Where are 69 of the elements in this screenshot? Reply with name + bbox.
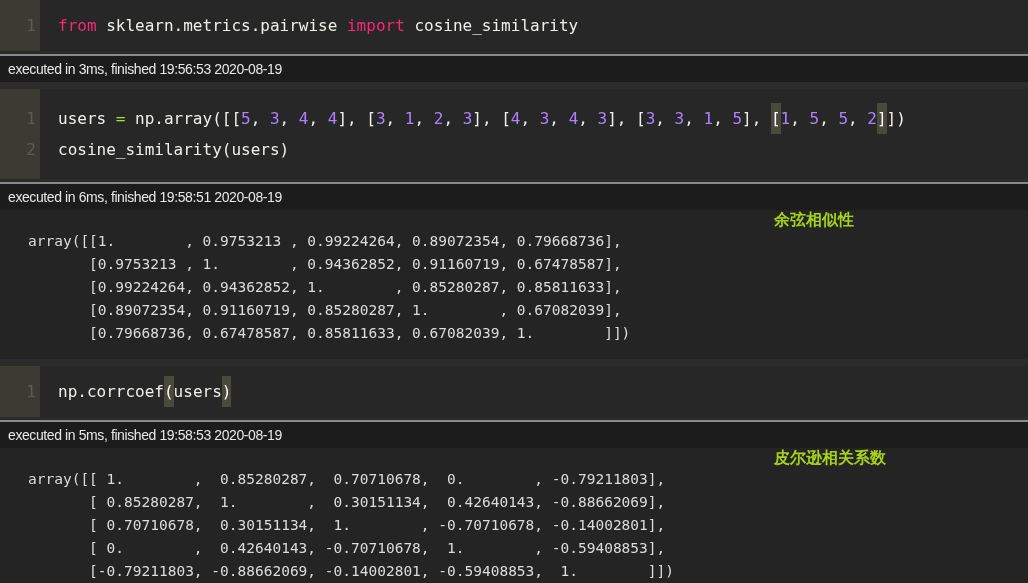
code-text: ,: [414, 108, 426, 130]
code-text: ], [: [607, 108, 646, 130]
matched-bracket: [: [770, 103, 781, 134]
code-text: cosine_similarity: [413, 15, 579, 37]
output-line: [0.79668736, 0.67478587, 0.85811633, 0.67082039, 1. ]]): [88, 324, 632, 343]
code-number: 1: [780, 108, 791, 130]
code-text: np.corrcoef: [58, 381, 164, 403]
annotation-note: 皮尔逊相关系数: [774, 448, 886, 468]
code-number: 3: [539, 108, 550, 130]
code-operator: =: [115, 108, 126, 130]
code-text: np.array([[: [134, 108, 242, 130]
code-text: ,: [713, 108, 724, 130]
code-number: 3: [674, 108, 685, 130]
execution-status: executed in 5ms, finished 19:58:53 2020-08-19: [8, 427, 282, 443]
code-text: ,: [279, 108, 291, 130]
code-number: 1: [703, 108, 714, 130]
code-text: ,: [655, 108, 666, 130]
output-line: [ 0. , 0.42640143, -0.70710678, 1. , -0.59408853],: [88, 539, 667, 558]
code-number: 5: [809, 108, 820, 130]
code-number: 3: [375, 108, 386, 130]
code-number: 3: [597, 108, 608, 130]
code-text: ,: [848, 108, 859, 130]
code-keyword: from: [58, 15, 97, 37]
code-text: users: [58, 108, 108, 130]
execution-status: executed in 3ms, finished 19:56:53 2020-08-19: [8, 61, 282, 77]
output-line: [ 0.85280287, 1. , 0.30151134, 0.42640143, -0.88662069],: [88, 493, 667, 512]
code-text: ]): [886, 108, 906, 130]
code-number: 2: [433, 108, 444, 130]
code-number: 2: [867, 108, 877, 130]
code-text: ,: [578, 108, 589, 130]
code-text: users: [173, 381, 222, 403]
matched-bracket: ]: [876, 103, 887, 134]
code-number: 4: [510, 108, 521, 130]
code-number: 4: [327, 108, 338, 130]
execution-status: executed in 6ms, finished 19:58:51 2020-08-19: [8, 189, 282, 205]
code-text: ],: [742, 108, 763, 130]
output-line: [0.99224264, 0.94362852, 1. , 0.85280287, 0.85811633],: [88, 278, 623, 297]
output-line: array([[1. , 0.9753213 , 0.99224264, 0.89072354, 0.79668736],: [28, 232, 623, 251]
code-number: 5: [732, 108, 743, 130]
code-number: 4: [298, 108, 309, 130]
matched-bracket: ): [221, 376, 232, 407]
code-text: ], [: [472, 108, 511, 130]
code-text: cosine_similarity(users): [58, 139, 290, 161]
code-number: 3: [462, 108, 473, 130]
code-text: ,: [308, 108, 320, 130]
code-number: 3: [645, 108, 656, 130]
output-line: [-0.79211803, -0.88662069, -0.14002801, -0.59408853, 1. ]]): [88, 562, 675, 581]
code-text: sklearn.metrics.pairwise: [105, 15, 339, 37]
code-number: 4: [568, 108, 579, 130]
code-keyword: import: [347, 15, 405, 37]
annotation-note: 余弦相似性: [774, 210, 854, 230]
code-text: ,: [250, 108, 262, 130]
code-text: ,: [819, 108, 830, 130]
code-text: ,: [385, 108, 397, 130]
code-text: ,: [443, 108, 454, 130]
code-number: 3: [269, 108, 280, 130]
code-text: ,: [684, 108, 695, 130]
code-text: ,: [790, 108, 801, 130]
code-number: 5: [241, 108, 251, 130]
output-line: [ 0.70710678, 0.30151134, 1. , -0.70710678, -0.14002801],: [88, 516, 667, 535]
code-text: ,: [520, 108, 532, 130]
code-number: 1: [404, 108, 415, 130]
output-line: [0.9753213 , 1. , 0.94362852, 0.91160719, 0.67478587],: [88, 255, 623, 274]
matched-bracket: (: [163, 376, 174, 407]
code-text: ,: [549, 108, 560, 130]
code-text: ], [: [337, 108, 376, 130]
code-number: 5: [838, 108, 849, 130]
output-line: array([[ 1. , 0.85280287, 0.70710678, 0. , -0.79211803],: [28, 470, 667, 489]
output-line: [0.89072354, 0.91160719, 0.85280287, 1. , 0.67082039],: [88, 301, 623, 320]
